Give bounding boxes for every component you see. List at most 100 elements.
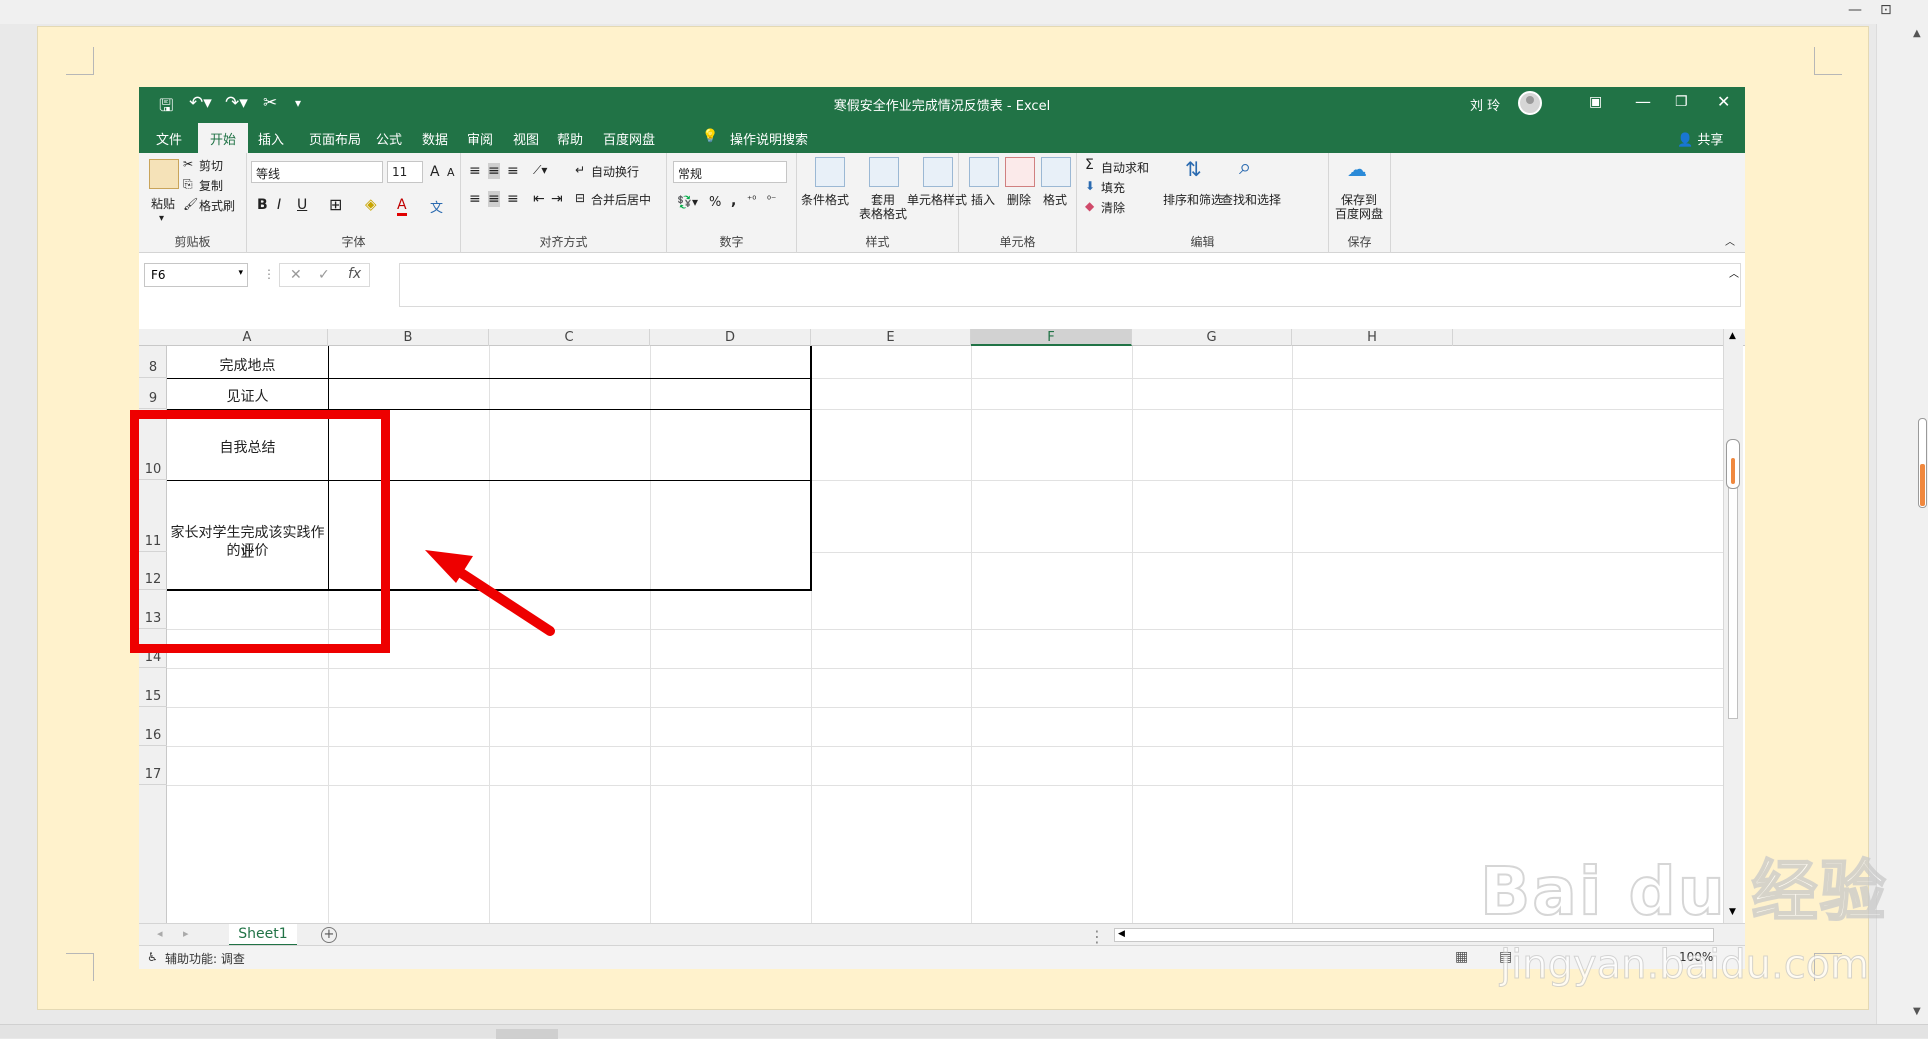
prev-sheet-icon[interactable]: ◂ bbox=[157, 927, 163, 940]
sheet-scroll-thumb[interactable] bbox=[1728, 449, 1738, 719]
row-header-15[interactable]: 15 bbox=[139, 668, 167, 707]
format-as-table-icon[interactable] bbox=[869, 157, 899, 187]
shrink-font-button[interactable]: A bbox=[447, 166, 455, 179]
enter-formula-icon[interactable]: ✓ bbox=[318, 267, 330, 283]
column-header-f[interactable]: F bbox=[971, 329, 1132, 346]
copy-button[interactable]: 复制 bbox=[199, 177, 223, 194]
column-header-h[interactable]: H bbox=[1292, 329, 1453, 346]
cell-styles-icon[interactable] bbox=[923, 157, 953, 187]
increase-decimal-icon[interactable]: ⁺⁰ bbox=[747, 195, 756, 206]
row-header-16[interactable]: 16 bbox=[139, 707, 167, 746]
column-header-a[interactable]: A bbox=[167, 329, 328, 346]
cut-icon[interactable]: ✂ bbox=[183, 157, 193, 171]
format-painter-button[interactable]: 格式刷 bbox=[199, 197, 235, 214]
format-cells-button[interactable]: 格式 bbox=[1043, 191, 1067, 208]
close-button[interactable]: ✕ bbox=[1717, 92, 1730, 111]
expand-formula-icon[interactable]: ︿ bbox=[1729, 265, 1739, 280]
viewer-minimize-button[interactable]: — bbox=[1848, 2, 1862, 18]
autosum-button[interactable]: 自动求和 bbox=[1101, 159, 1149, 176]
paste-dropdown-icon[interactable]: ▾ bbox=[159, 213, 164, 224]
format-cells-icon[interactable] bbox=[1041, 157, 1071, 187]
avatar[interactable] bbox=[1518, 91, 1542, 115]
decrease-indent-icon[interactable]: ⇤ bbox=[533, 191, 545, 207]
normal-view-icon[interactable]: ▦ bbox=[1455, 949, 1468, 965]
copy-icon[interactable]: ⎘ bbox=[183, 177, 193, 192]
paste-icon[interactable] bbox=[149, 159, 179, 189]
column-header-d[interactable]: D bbox=[650, 329, 811, 346]
currency-icon[interactable]: 💱▾ bbox=[677, 195, 698, 209]
align-bottom-icon[interactable]: ≡ bbox=[507, 163, 519, 179]
tab-file[interactable]: 文件 bbox=[156, 129, 182, 148]
clear-icon[interactable]: ◆ bbox=[1085, 199, 1094, 213]
cell-a9[interactable]: 见证人 bbox=[167, 386, 328, 406]
name-box-dropdown-icon[interactable]: ▾ bbox=[238, 268, 243, 278]
number-format-select[interactable]: 常规 bbox=[673, 161, 787, 183]
tab-home[interactable]: 开始 bbox=[198, 123, 249, 153]
align-top-icon[interactable]: ≡ bbox=[469, 163, 481, 179]
scroll-up-arrow-icon[interactable]: ▲ bbox=[1729, 331, 1736, 341]
scroll-up-icon[interactable]: ▲ bbox=[1913, 28, 1921, 39]
align-center-icon[interactable]: ≡ bbox=[488, 191, 500, 207]
underline-button[interactable]: U bbox=[297, 197, 307, 213]
font-size-select[interactable]: 11 bbox=[387, 161, 423, 183]
row-header-17[interactable]: 17 bbox=[139, 746, 167, 785]
clear-button[interactable]: 清除 bbox=[1101, 199, 1125, 216]
sort-filter-button[interactable]: 排序和筛选 bbox=[1163, 191, 1223, 208]
format-as-table-button-line2[interactable]: 表格格式 bbox=[859, 205, 907, 222]
scroll-down-icon[interactable]: ▼ bbox=[1913, 1006, 1921, 1017]
scroll-left-arrow-icon[interactable]: ◀ bbox=[1118, 929, 1125, 939]
share-button[interactable]: 👤 共享 bbox=[1677, 129, 1723, 148]
tab-formulas[interactable]: 公式 bbox=[376, 129, 402, 148]
viewer-horizontal-scrollbar[interactable] bbox=[0, 1024, 1928, 1039]
tab-view[interactable]: 视图 bbox=[513, 129, 539, 148]
cell-styles-button[interactable]: 单元格样式 bbox=[907, 191, 967, 208]
row-header-8[interactable]: 8 bbox=[139, 346, 167, 378]
increase-indent-icon[interactable]: ⇥ bbox=[551, 191, 563, 207]
decrease-decimal-icon[interactable]: ⁰⁻ bbox=[767, 195, 776, 206]
sheet-scroll-grip[interactable] bbox=[1726, 439, 1740, 489]
format-painter-icon[interactable]: 🖌 bbox=[183, 197, 198, 211]
fill-icon[interactable]: ⬇ bbox=[1085, 179, 1095, 193]
align-middle-icon[interactable]: ≡ bbox=[488, 163, 500, 179]
sort-filter-icon[interactable]: ⇅ bbox=[1185, 157, 1202, 181]
font-name-select[interactable]: 等线 bbox=[251, 161, 383, 183]
tab-data[interactable]: 数据 bbox=[422, 129, 448, 148]
align-right-icon[interactable]: ≡ bbox=[507, 191, 519, 207]
accessibility-status[interactable]: 辅助功能: 调查 bbox=[165, 950, 245, 967]
column-header-c[interactable]: C bbox=[489, 329, 650, 346]
merge-center-icon[interactable]: ⊟ bbox=[575, 191, 585, 205]
column-header-g[interactable]: G bbox=[1132, 329, 1292, 346]
wrap-text-icon[interactable]: ↵ bbox=[575, 163, 585, 177]
percent-button[interactable]: % bbox=[709, 195, 721, 210]
column-header-e[interactable]: E bbox=[811, 329, 971, 346]
delete-cells-icon[interactable] bbox=[1005, 157, 1035, 187]
add-sheet-icon[interactable]: + bbox=[321, 927, 337, 943]
find-select-icon[interactable]: ⌕ bbox=[1239, 155, 1251, 180]
insert-cells-button[interactable]: 插入 bbox=[971, 191, 995, 208]
name-box[interactable]: F6 ▾ bbox=[144, 263, 248, 287]
bold-button[interactable]: B bbox=[257, 197, 268, 213]
ribbon-display-icon[interactable]: ▣ bbox=[1589, 94, 1602, 110]
conditional-formatting-button[interactable]: 条件格式 bbox=[801, 191, 849, 208]
insert-function-icon[interactable]: fx bbox=[348, 266, 361, 282]
tab-page-layout[interactable]: 页面布局 bbox=[309, 129, 361, 148]
fill-color-icon[interactable]: ◈ bbox=[365, 195, 377, 213]
comma-button[interactable]: , bbox=[731, 193, 736, 209]
restore-button[interactable]: ❐ bbox=[1675, 94, 1688, 110]
orientation-icon[interactable]: ⟋▾ bbox=[533, 163, 547, 178]
lightbulb-icon[interactable]: 💡 bbox=[702, 129, 718, 144]
row-header-9[interactable]: 9 bbox=[139, 378, 167, 409]
tab-review[interactable]: 审阅 bbox=[467, 129, 493, 148]
collapse-ribbon-icon[interactable]: ︿ bbox=[1725, 233, 1735, 248]
tab-insert[interactable]: 插入 bbox=[258, 129, 284, 148]
font-color-button[interactable]: A bbox=[397, 197, 407, 216]
merge-center-button[interactable]: 合并后居中 bbox=[591, 191, 651, 208]
delete-cells-button[interactable]: 删除 bbox=[1007, 191, 1031, 208]
minimize-button[interactable]: — bbox=[1635, 92, 1651, 111]
save-to-netdisk-line2[interactable]: 百度网盘 bbox=[1335, 205, 1383, 222]
tab-baidu-netdisk[interactable]: 百度网盘 bbox=[603, 129, 655, 148]
cell-a8[interactable]: 完成地点 bbox=[167, 355, 328, 375]
cancel-formula-icon[interactable]: ✕ bbox=[290, 267, 302, 283]
tab-help[interactable]: 帮助 bbox=[557, 129, 583, 148]
column-header-b[interactable]: B bbox=[328, 329, 489, 346]
